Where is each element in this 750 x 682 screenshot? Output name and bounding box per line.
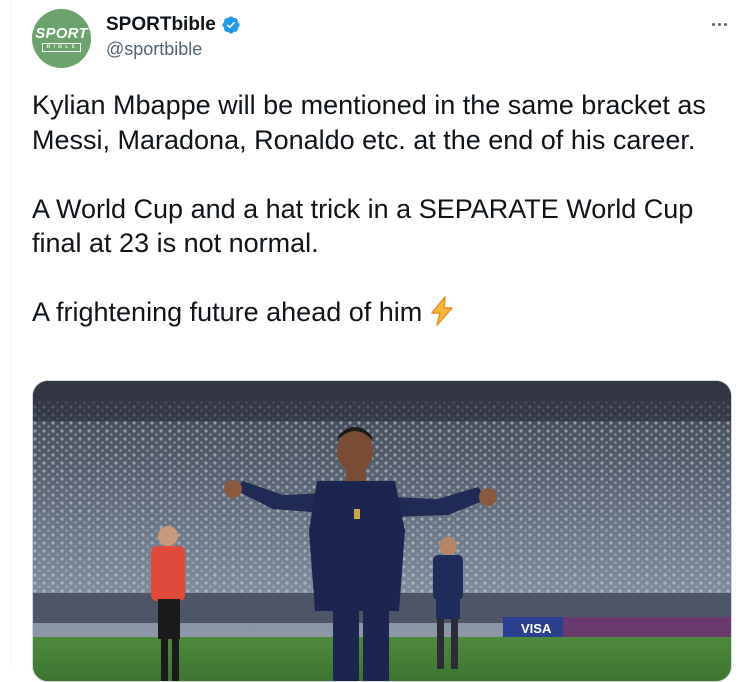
tweet-media-photo[interactable]: VISA [32, 380, 732, 682]
tweet-paragraph-last: A frightening future ahead of him [32, 295, 732, 330]
tweet-paragraph-text: A frightening future ahead of him [32, 297, 423, 327]
avatar[interactable]: SPORT BIBLE [32, 9, 91, 68]
tweet-paragraph: Kylian Mbappe will be mentioned in the s… [32, 90, 706, 155]
timeline-border [11, 0, 12, 665]
tweet-header: SPORT BIBLE SPORTbible @sportbible [0, 0, 750, 80]
avatar-logo-subtext: BIBLE [42, 42, 81, 52]
author-handle[interactable]: @sportbible [106, 39, 202, 60]
lightning-bolt-icon [431, 296, 454, 326]
tweet-paragraph: A World Cup and a hat trick in a SEPARAT… [32, 193, 694, 259]
avatar-logo-text: SPORT [35, 24, 88, 42]
celebration-photo: VISA [33, 381, 731, 681]
sponsor-board-text: VISA [521, 621, 552, 636]
display-name[interactable]: SPORTbible [106, 14, 216, 36]
author-name-row[interactable]: SPORTbible [106, 14, 241, 36]
more-horizontal-icon[interactable] [706, 14, 732, 34]
verified-badge-icon [222, 16, 240, 34]
tweet-text: Kylian Mbappe will be mentioned in the s… [32, 88, 732, 330]
